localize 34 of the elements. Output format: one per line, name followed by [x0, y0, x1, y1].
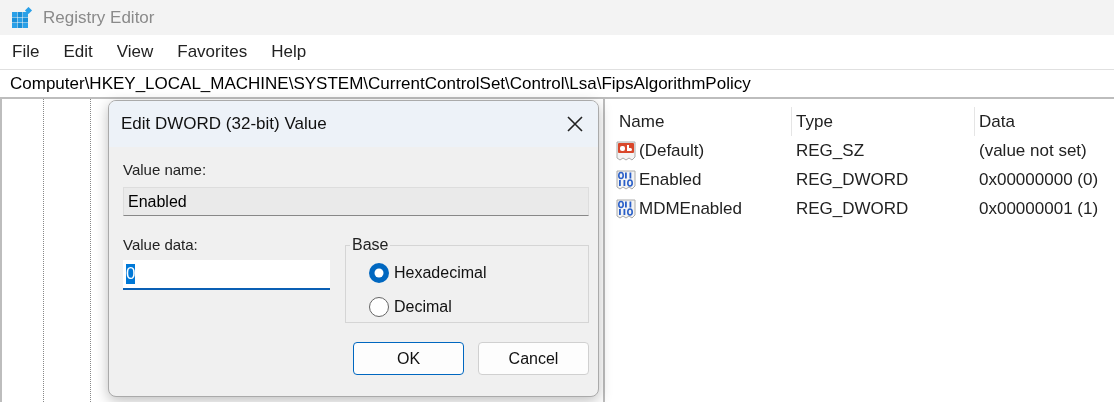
value-data: 0x00000001 (1)	[978, 198, 1100, 219]
value-data-field[interactable]: 0	[123, 260, 330, 290]
value-type: REG_DWORD	[795, 169, 910, 190]
dialog-title: Edit DWORD (32-bit) Value	[121, 114, 327, 134]
column-header[interactable]: Name	[615, 107, 792, 136]
column-header[interactable]: Data	[975, 107, 1114, 136]
field-label: Value name:	[123, 161, 208, 178]
string-value-icon	[615, 139, 637, 162]
menu-item[interactable]: View	[116, 42, 154, 62]
dialog-button[interactable]: Cancel	[478, 342, 589, 375]
radio-button[interactable]	[368, 262, 390, 284]
value-name-field[interactable]: Enabled	[123, 187, 589, 216]
menu-item[interactable]: Help	[271, 42, 307, 62]
value-type: REG_SZ	[795, 140, 866, 161]
value-name: Enabled	[639, 169, 702, 190]
radio-label[interactable]: Hexadecimal	[394, 264, 487, 282]
value-type: REG_DWORD	[795, 198, 910, 219]
binary-value-icon	[615, 197, 637, 220]
radio-label[interactable]: Decimal	[394, 298, 452, 316]
binary-value-icon	[615, 168, 637, 191]
column-header[interactable]: Type	[792, 107, 975, 136]
menu-item[interactable]: Edit	[63, 42, 93, 62]
value-name: (Default)	[639, 140, 705, 161]
radio-button[interactable]	[368, 296, 390, 318]
value-data: 0x00000000 (0)	[978, 169, 1100, 190]
value-name: MDMEnabled	[639, 198, 742, 219]
default-button[interactable]: OK	[353, 342, 464, 375]
group-label: Base	[351, 236, 390, 254]
menu-item[interactable]: File	[12, 42, 40, 62]
value-data: (value not set)	[978, 140, 1088, 161]
menu-item[interactable]: Favorites	[177, 42, 248, 62]
field-label: Value data:	[123, 236, 199, 253]
registry-icon	[11, 6, 33, 29]
window-title: Registry Editor	[43, 7, 155, 28]
